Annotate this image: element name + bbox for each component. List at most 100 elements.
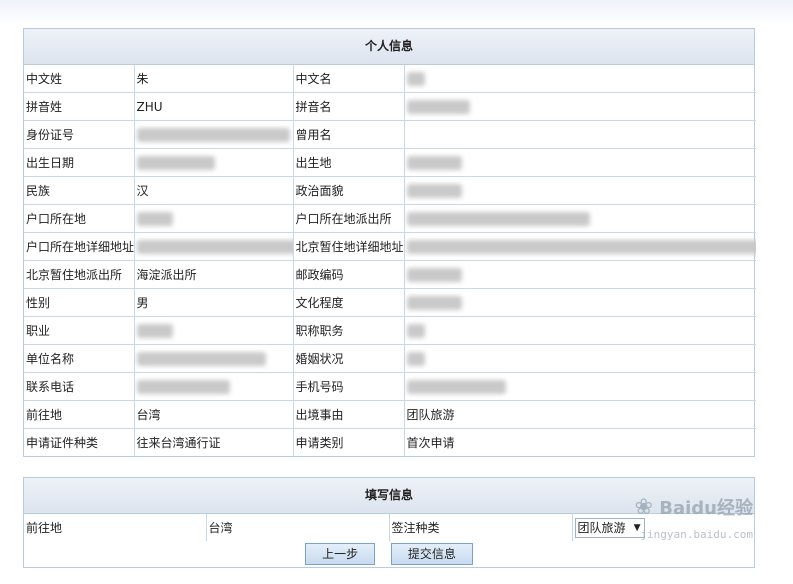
field-label-text: 文化程度 (295, 296, 344, 310)
field-value-text: ██████████████ (136, 351, 266, 366)
visa-type-label: 签注种类 (388, 514, 573, 541)
field-label-text: 中文姓 (26, 72, 63, 86)
field-value: ████████████████████ (133, 232, 294, 261)
submit-info-button[interactable]: 提交信息 (390, 543, 473, 565)
field-label: 出境事由 (292, 400, 405, 429)
table-row: 北京暂住地派出所海淀派出所 邮政编码 ██████ (24, 260, 756, 289)
field-label: 北京暂住地派出所 (24, 260, 135, 289)
field-value-text: ██ (406, 351, 425, 366)
field-value-text: 1██████5762 (136, 379, 231, 394)
table-row: 身份证号 1███████████████2 曾用名 (24, 120, 756, 149)
field-label-text: 前往地 (26, 408, 63, 422)
field-label: 中文名 (292, 65, 405, 93)
field-label-text: 出生地 (295, 156, 332, 170)
visa-type-select[interactable]: 团队旅游 ▼ (574, 517, 645, 538)
field-label-text: 职称职务 (295, 324, 344, 338)
field-label: 中文姓 (24, 65, 135, 93)
field-value-text: ████ (136, 211, 174, 226)
personal-info-panel: 个人信息 中文姓 朱 中文名 ██ 拼音姓 ZHU 拼音名 S██████ 身份证号 1█████… (23, 28, 756, 457)
field-value: 朱 (133, 65, 294, 93)
field-value: ██████ (403, 288, 756, 317)
field-value: 19██████2 (133, 148, 294, 177)
field-value-text: ████████████████████ (136, 239, 292, 254)
personal-info-header: 个人信息 (24, 29, 754, 65)
field-value-text: ██████ (406, 267, 462, 282)
field-label: 文化程度 (292, 288, 405, 317)
field-value-text: ████████████████派出所 (406, 212, 591, 226)
field-value-text: 往来台湾通行证 (136, 436, 221, 450)
field-label: 拼音姓 (24, 92, 135, 121)
field-value (403, 120, 756, 149)
field-label: 北京暂住地详细地址 (292, 232, 405, 261)
table-row: 性别 男 文化程度 ██████ (24, 288, 756, 317)
field-label-text: 性别 (26, 296, 51, 310)
field-value-text: ██████ (406, 183, 462, 198)
previous-step-button[interactable]: 上一步 (305, 543, 376, 565)
field-label-text: 中文名 (295, 72, 332, 86)
field-value: ██████████████ (133, 344, 294, 373)
field-value: 海淀区空军北京苏州街██████████████（人大培院宿舍楼） (403, 232, 756, 261)
field-label: 民族 (24, 176, 135, 205)
field-value: 男 (133, 288, 294, 317)
field-value: ██ (403, 344, 756, 373)
destination-value: 台湾 (205, 514, 390, 541)
destination-label: 前往地 (24, 514, 207, 541)
field-label-text: 户口所在地派出所 (295, 212, 392, 226)
field-value-text: S██████ (406, 99, 470, 114)
field-label-text: 拼音名 (295, 100, 332, 114)
field-value-text: 1███████████████2 (136, 127, 291, 142)
field-value: 1██████5762 (133, 372, 294, 401)
field-label-text: 北京暂住地派出所 (26, 268, 123, 282)
table-row: 中文姓 朱 中文名 ██ (24, 65, 756, 93)
field-value-text: 海淀派出所 (136, 268, 197, 282)
field-label-text: 出生日期 (26, 156, 75, 170)
personal-info-table: 中文姓 朱 中文名 ██ 拼音姓 ZHU 拼音名 S██████ 身份证号 1██████████… (24, 65, 756, 456)
field-label: 政治面貌 (292, 176, 405, 205)
field-label-text: 北京暂住地详细地址 (295, 240, 404, 254)
field-label: 单位名称 (24, 344, 135, 373)
field-label-text: 联系电话 (26, 380, 75, 394)
watermark-brand: Baidu经验 (659, 498, 753, 519)
field-label: 职业 (24, 316, 135, 345)
table-row: 出生日期 19██████2 出生地 ██████ (24, 148, 756, 177)
field-label: 性别 (24, 288, 135, 317)
field-value: S██████ (403, 92, 756, 121)
table-row: 民族 汉 政治面貌 ██████ (24, 176, 756, 205)
field-value-text: 台湾 (136, 408, 161, 422)
table-row: 联系电话 1██████5762 手机号码 1██████████ (24, 372, 756, 401)
button-row: 上一步 提交信息 (24, 541, 754, 567)
field-value: 团队旅游 (403, 400, 756, 429)
fill-info-panel: 填写信息 前往地 台湾 签注种类 团队旅游 ▼ 上一步 提交信息 (23, 477, 756, 568)
field-value: 1██████████ (403, 372, 756, 401)
field-label-text: 职业 (26, 324, 51, 338)
field-label: 出生地 (292, 148, 405, 177)
field-label: 职称职务 (292, 316, 405, 345)
field-value: 汉 (133, 176, 294, 205)
field-label: 户口所在地派出所 (292, 204, 405, 233)
field-label-text: 民族 (26, 184, 51, 198)
field-label-text: 申请类别 (295, 436, 344, 450)
field-value-text: 19██████2 (136, 155, 215, 170)
field-label-text: 婚姻状况 (295, 352, 344, 366)
field-value-text: 朱 (136, 72, 149, 86)
field-label: 联系电话 (24, 372, 135, 401)
table-row: 户口所在地详细地址████████████████████北京暂住地详细地址海淀… (24, 232, 756, 261)
field-value: ██████ (403, 260, 756, 289)
field-value: ██ (403, 65, 756, 93)
field-label: 曾用名 (292, 120, 405, 149)
field-label-text: 拼音姓 (26, 100, 63, 114)
field-label-text: 出境事由 (295, 408, 344, 422)
table-row: 职业 ████ 职称职务 ██ (24, 316, 756, 345)
field-label: 拼音名 (292, 92, 405, 121)
field-label: 前往地 (24, 400, 135, 429)
field-value: ████ (133, 204, 294, 233)
field-value: 1███████████████2 (133, 120, 294, 149)
field-label-text: 手机号码 (295, 380, 344, 394)
field-value: 首次申请 (403, 428, 756, 456)
field-label: 邮政编码 (292, 260, 405, 289)
field-value: 往来台湾通行证 (133, 428, 294, 456)
table-row: 单位名称 ██████████████ 婚姻状况 ██ (24, 344, 756, 373)
field-label-text: 户口所在地详细地址 (26, 240, 134, 254)
field-value-text: 海淀区空军北京苏州街██████████████（人大培院宿舍楼） (406, 240, 756, 254)
field-label: 申请证件种类 (24, 428, 135, 456)
